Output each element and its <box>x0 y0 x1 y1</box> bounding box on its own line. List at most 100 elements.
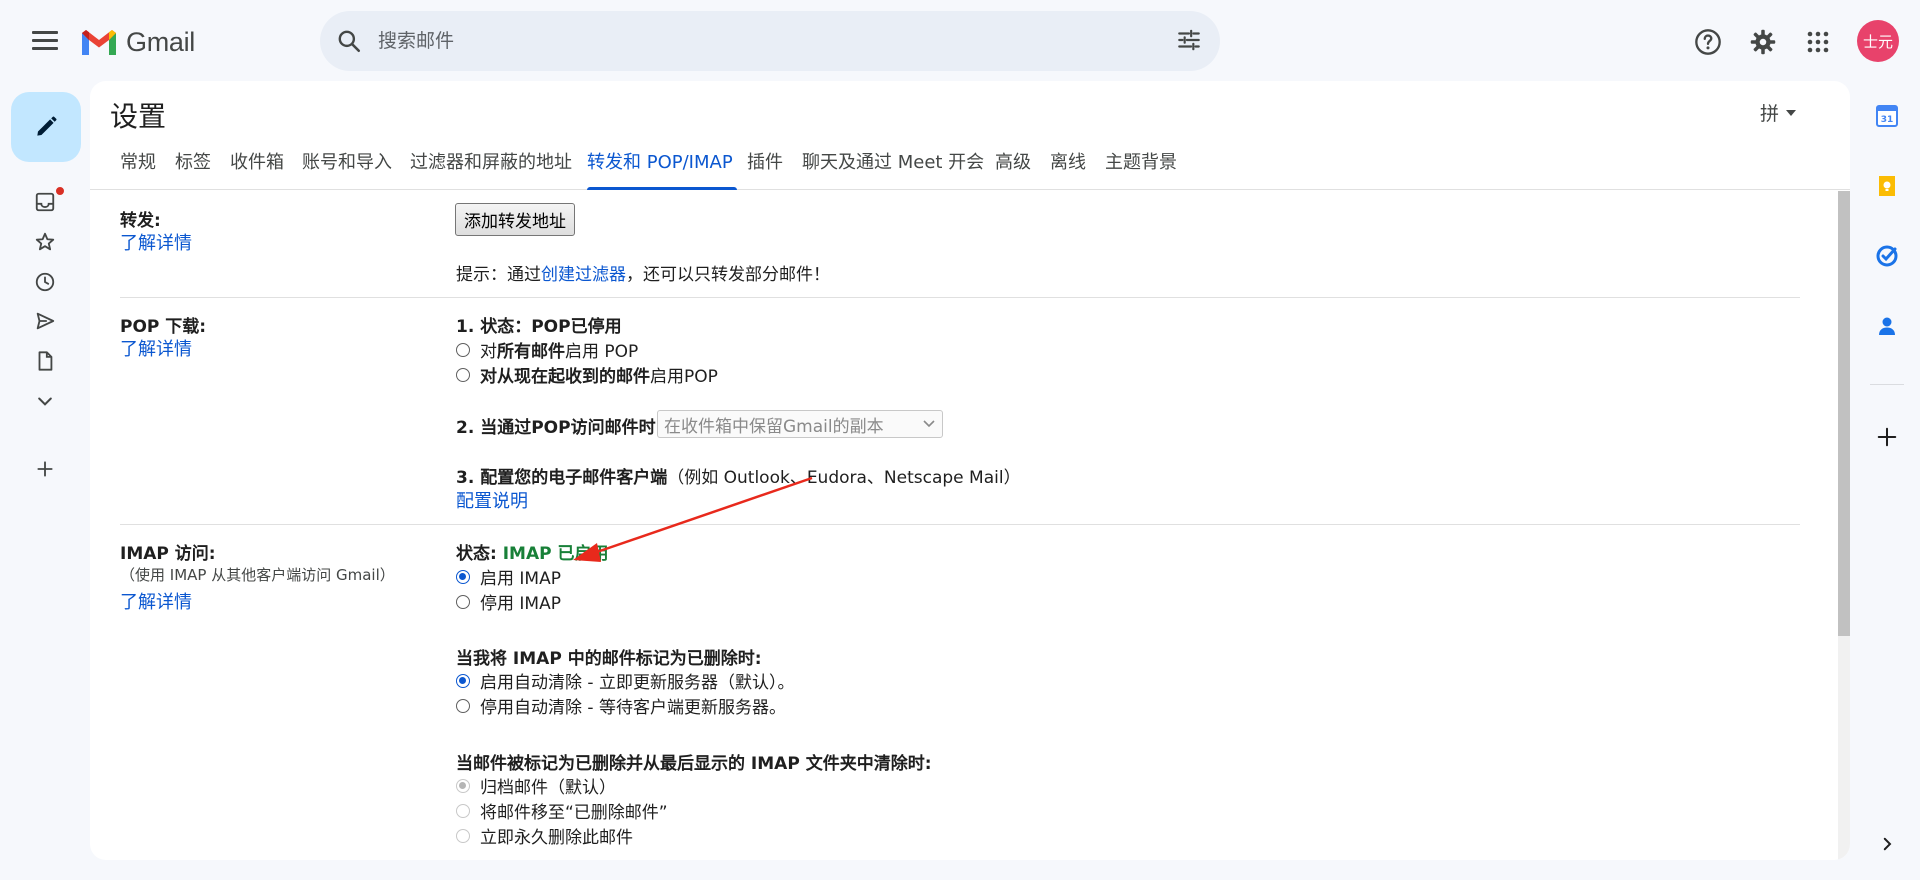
help-icon[interactable] <box>1688 22 1728 62</box>
imap-expunge-heading: 当邮件被标记为已删除并从最后显示的 IMAP 文件夹中清除时: <box>456 754 932 774</box>
pop-from-now-suffix: 启用POP <box>650 367 718 387</box>
tab-inbox[interactable]: 收件箱 <box>230 145 284 190</box>
chevron-right-icon[interactable] <box>1872 829 1902 859</box>
pop-all-mail-text: 对所有邮件启用 POP <box>480 337 638 362</box>
send-icon[interactable] <box>30 306 60 336</box>
main-menu-button[interactable] <box>28 26 62 56</box>
tab-offline[interactable]: 离线 <box>1050 145 1086 190</box>
forwarding-tip-suffix: ，还可以只转发部分邮件！ <box>626 265 830 285</box>
auto-expunge-on-radio[interactable] <box>456 673 470 688</box>
tab-forwarding-pop-imap[interactable]: 转发和 POP/IMAP <box>587 145 733 190</box>
draft-icon[interactable] <box>30 346 60 376</box>
pop-all-mail-option[interactable]: 对所有邮件启用 POP <box>456 337 638 362</box>
move-to-trash-radio <box>456 803 470 818</box>
enable-imap-option[interactable]: 启用 IMAP <box>456 564 561 589</box>
delete-forever-text: 立即永久删除此邮件 <box>480 828 633 848</box>
tab-addons[interactable]: 插件 <box>747 145 783 190</box>
delete-forever-radio <box>456 828 470 843</box>
pop-status-label: 1. 状态： <box>456 317 532 337</box>
tab-labels[interactable]: 标签 <box>175 145 211 190</box>
pop-learn-more-link[interactable]: 了解详情 <box>120 335 192 361</box>
forwarding-tip: 提示：通过创建过滤器，还可以只转发部分邮件！ <box>456 260 830 285</box>
pop-access-label: 2. 当通过POP访问邮件时 <box>456 418 656 438</box>
pop-all-mail-suffix: 启用 POP <box>565 342 639 362</box>
tab-advanced[interactable]: 高级 <box>995 145 1031 190</box>
contacts-icon[interactable] <box>1872 311 1902 341</box>
section-divider <box>120 524 1800 525</box>
input-tools-label: 拼 <box>1760 103 1780 125</box>
tasks-icon[interactable] <box>1872 241 1902 271</box>
forwarding-label: 转发: <box>120 211 161 231</box>
settings-tabs: 常规 标签 收件箱 账号和导入 过滤器和屏蔽的地址 转发和 POP/IMAP 插… <box>90 145 1850 190</box>
account-avatar[interactable]: 士元 <box>1857 20 1899 62</box>
pop-from-now-text: 对从现在起收到的邮件启用POP <box>480 362 718 387</box>
enable-imap-text: 启用 IMAP <box>480 569 561 589</box>
tab-accounts[interactable]: 账号和导入 <box>302 145 392 190</box>
pop-access-select[interactable]: 在收件箱中保留Gmail的副本 <box>657 410 943 438</box>
settings-panel: 设置 拼 常规 标签 收件箱 账号和导入 过滤器和屏蔽的地址 转发和 POP/I… <box>90 81 1850 860</box>
gmail-logo-text: Gmail <box>126 26 196 57</box>
search-icon[interactable] <box>336 28 362 54</box>
get-addons-plus-icon[interactable] <box>1872 422 1902 452</box>
move-to-trash-option: 将邮件移至“已删除邮件” <box>456 798 668 823</box>
input-tools-button[interactable]: 拼 <box>1760 99 1797 126</box>
settings-gear-icon[interactable] <box>1743 22 1783 62</box>
archive-option: 归档邮件（默认） <box>456 773 616 798</box>
calendar-icon[interactable]: 31 <box>1872 101 1902 131</box>
create-filter-link[interactable]: 创建过滤器 <box>541 265 626 285</box>
tab-themes[interactable]: 主题背景 <box>1105 145 1177 190</box>
disable-imap-option[interactable]: 停用 IMAP <box>456 589 561 614</box>
pop-all-mail-prefix: 对 <box>480 342 497 362</box>
pop-config-line: 3. 配置您的电子邮件客户端（例如 Outlook、Eudora、Netscap… <box>456 463 1021 488</box>
search-options-icon[interactable] <box>1176 27 1202 53</box>
active-tab-indicator <box>587 187 737 190</box>
imap-status-label: 状态: <box>456 544 497 564</box>
delete-forever-option: 立即永久删除此邮件 <box>456 823 633 848</box>
tab-general[interactable]: 常规 <box>120 145 156 190</box>
auto-expunge-on-option[interactable]: 启用自动清除 - 立即更新服务器（默认）。 <box>456 668 794 693</box>
auto-expunge-off-radio[interactable] <box>456 698 470 713</box>
compose-button[interactable] <box>11 92 81 162</box>
tab-filters[interactable]: 过滤器和屏蔽的地址 <box>410 145 572 190</box>
page-title: 设置 <box>110 100 167 133</box>
pop-status: 1. 状态：POP已停用 <box>456 312 622 337</box>
auto-expunge-off-option[interactable]: 停用自动清除 - 等待客户端更新服务器。 <box>456 693 786 718</box>
enable-imap-radio[interactable] <box>456 569 470 584</box>
auto-expunge-off-text: 停用自动清除 - 等待客户端更新服务器。 <box>480 698 786 718</box>
right-rail-divider <box>1870 384 1904 385</box>
imap-learn-more-link[interactable]: 了解详情 <box>120 588 192 614</box>
pop-all-mail-radio[interactable] <box>456 342 470 357</box>
pop-from-now-option[interactable]: 对从现在起收到的邮件启用POP <box>456 362 718 387</box>
add-label-icon[interactable] <box>30 454 60 484</box>
archive-radio <box>456 778 470 793</box>
pop-status-value: POP已停用 <box>531 317 622 337</box>
chevron-down-icon[interactable] <box>30 386 60 416</box>
pop-from-now-radio[interactable] <box>456 367 470 382</box>
add-forwarding-address-button[interactable]: 添加转发地址 <box>455 203 575 236</box>
clock-icon[interactable] <box>30 267 60 297</box>
search-bar[interactable] <box>320 11 1220 71</box>
archive-text: 归档邮件（默认） <box>480 778 616 798</box>
gmail-logo[interactable]: Gmail <box>80 22 195 62</box>
pop-all-mail-bold: 所有邮件 <box>497 342 565 362</box>
imap-status: 状态: IMAP 已启用 <box>456 539 609 564</box>
tab-chat-meet[interactable]: 聊天及通过 Meet 开会 <box>802 145 984 190</box>
keep-icon[interactable] <box>1872 171 1902 201</box>
pop-config-normal: （例如 Outlook、Eudora、Netscape Mail） <box>667 468 1021 488</box>
scrollbar-thumb[interactable] <box>1838 191 1850 636</box>
chevron-down-icon <box>923 420 935 428</box>
star-icon[interactable] <box>30 227 60 257</box>
search-input[interactable] <box>376 29 1136 53</box>
imap-access-label: IMAP 访问: <box>120 544 216 564</box>
auto-expunge-on-text: 启用自动清除 - 立即更新服务器（默认）。 <box>480 673 795 693</box>
apps-grid-icon[interactable] <box>1798 22 1838 62</box>
pop-download-label: POP 下载: <box>120 317 207 337</box>
disable-imap-radio[interactable] <box>456 594 470 609</box>
unread-dot <box>55 186 65 196</box>
configuration-instructions-link[interactable]: 配置说明 <box>456 487 528 513</box>
forwarding-tip-prefix: 提示：通过 <box>456 265 541 285</box>
forwarding-learn-more-link[interactable]: 了解详情 <box>120 229 192 255</box>
imap-access-sublabel: （使用 IMAP 从其他客户端访问 Gmail） <box>120 566 395 584</box>
pop-from-now-bold: 对从现在起收到的邮件 <box>480 367 650 387</box>
pop-access-select-value: 在收件箱中保留Gmail的副本 <box>664 416 884 437</box>
